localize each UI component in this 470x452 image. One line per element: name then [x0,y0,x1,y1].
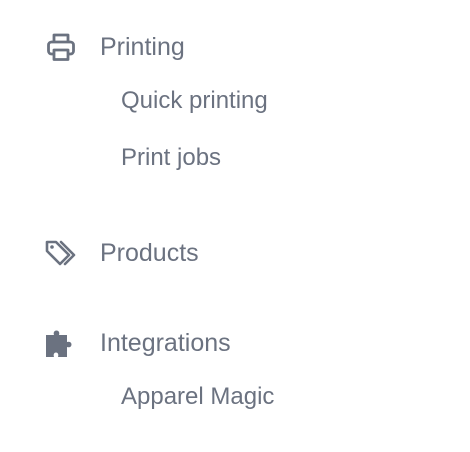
tags-icon [44,236,78,270]
sidebar-item-label: Printing [100,33,185,61]
sidebar-item-integrations[interactable]: Integrations [44,326,231,360]
sidebar-subitem-apparel-magic[interactable]: Apparel Magic [121,380,274,414]
sidebar-item-label: Integrations [100,329,231,357]
sidebar-nav: Printing Quick printing Print jobs Produ… [0,0,470,452]
sidebar-item-label: Products [100,239,199,267]
printer-icon [44,30,78,64]
sidebar-subitem-print-jobs[interactable]: Print jobs [121,141,221,175]
sidebar-item-products[interactable]: Products [44,236,199,270]
sidebar-subitem-quick-printing[interactable]: Quick printing [121,84,268,118]
sidebar-item-printing[interactable]: Printing [44,30,185,64]
puzzle-icon [44,326,78,360]
